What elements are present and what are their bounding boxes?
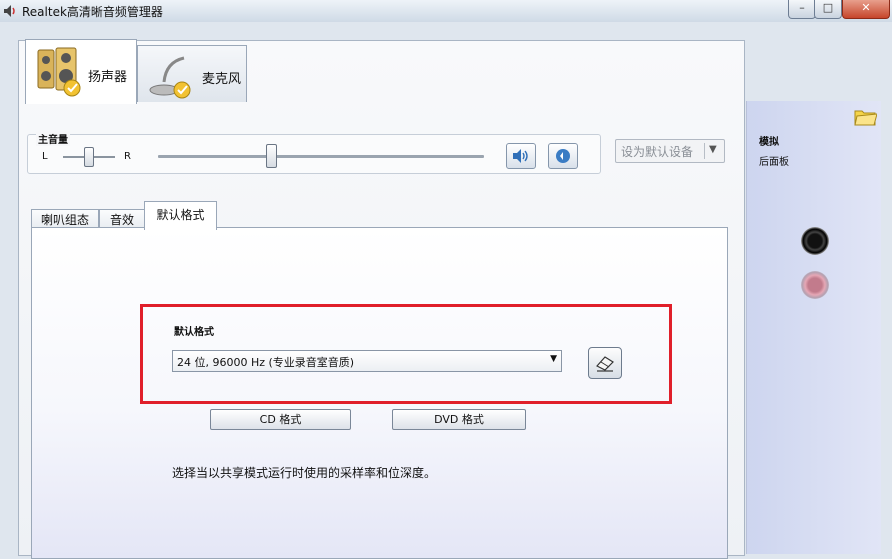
default-format-value: 24 位, 96000 Hz (专业录音室音质)	[177, 356, 355, 369]
default-format-label: 默认格式	[174, 327, 214, 338]
tab-microphone[interactable]: 麦克风	[137, 45, 247, 102]
set-default-device-dropdown[interactable]: 设为默认设备 ▼	[615, 139, 725, 163]
tab-speaker-label: 扬声器	[88, 70, 128, 85]
main-client-area: 扬声器 麦克风 主音量 L R 设为默认设备 ▼ 喇叭组态 音效 默认格式 默认…	[18, 39, 745, 559]
set-default-device-label: 设为默认设备	[621, 145, 694, 159]
format-description: 选择当以共享模式运行时使用的采样率和位深度。	[172, 466, 437, 480]
title-bar: Realtek高清晰音频管理器 – □ ✕	[0, 0, 892, 22]
restore-default-button[interactable]	[588, 347, 622, 379]
folder-icon[interactable]	[853, 105, 877, 127]
back-panel-label: 后面板	[759, 157, 789, 168]
eraser-icon	[596, 356, 614, 372]
default-format-panel: 默认格式 24 位, 96000 Hz (专业录音室音质) ▼ CD 格式 DV…	[31, 227, 728, 559]
balance-left-label: L	[42, 151, 48, 162]
close-button[interactable]: ✕	[842, 0, 890, 19]
swap-icon	[556, 149, 570, 163]
default-format-select[interactable]: 24 位, 96000 Hz (专业录音室音质) ▼	[172, 350, 562, 372]
chevron-down-icon: ▼	[709, 144, 717, 155]
mute-button[interactable]	[506, 143, 536, 169]
speaker-app-icon	[4, 5, 15, 17]
analog-jack-panel: 模拟 后面板	[746, 101, 881, 554]
dvd-format-button[interactable]: DVD 格式	[392, 409, 526, 430]
volume-track	[158, 155, 484, 158]
master-volume-group: 主音量 L R	[27, 131, 601, 174]
volume-icon	[513, 149, 528, 163]
jack-pink[interactable]	[801, 271, 829, 299]
jack-black[interactable]	[801, 227, 829, 255]
swap-channels-button[interactable]	[548, 143, 578, 169]
tab-default-format[interactable]: 默认格式	[144, 201, 217, 230]
master-volume-title: 主音量	[36, 131, 70, 146]
balance-slider[interactable]	[84, 147, 94, 167]
balance-right-label: R	[124, 151, 131, 162]
chevron-down-icon: ▼	[550, 354, 557, 364]
cd-format-button[interactable]: CD 格式	[210, 409, 351, 430]
maximize-button[interactable]: □	[814, 0, 842, 19]
tab-speaker[interactable]: 扬声器	[25, 39, 137, 104]
volume-slider[interactable]	[266, 144, 277, 168]
tab-microphone-label: 麦克风	[202, 72, 242, 87]
minimize-button[interactable]: –	[788, 0, 816, 19]
speaker-icon	[37, 47, 81, 97]
analog-title: 模拟	[759, 137, 779, 148]
window-title: Realtek高清晰音频管理器	[22, 5, 163, 19]
microphone-icon	[149, 56, 191, 99]
